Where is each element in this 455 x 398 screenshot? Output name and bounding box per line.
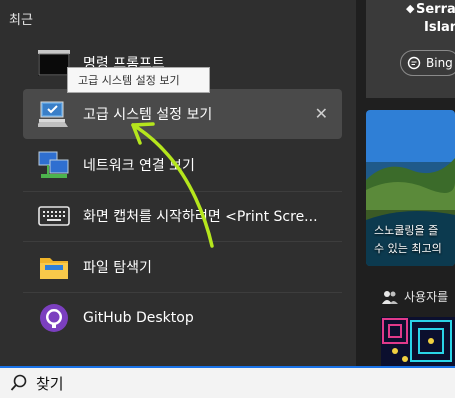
recent-item-label: 고급 시스템 설정 보기 xyxy=(83,107,213,123)
folder-icon xyxy=(37,250,71,284)
item-tooltip: 고급 시스템 설정 보기 xyxy=(67,67,210,93)
users-section: 사용자를 xyxy=(382,288,448,305)
search-icon xyxy=(10,374,27,391)
search-input[interactable]: 찾기 xyxy=(36,373,64,394)
keyboard-icon xyxy=(37,199,71,233)
recent-item-label: 네트워크 연결 보기 xyxy=(83,158,195,174)
location-pin-icon: ◆ xyxy=(406,2,415,15)
people-icon xyxy=(382,290,398,304)
game-board-image xyxy=(381,317,455,366)
search-bar[interactable]: 찾기 xyxy=(0,366,455,398)
recent-item-advanced-system-settings[interactable]: 고급 시스템 설정 보기 ✕ xyxy=(23,89,342,139)
github-icon xyxy=(37,301,71,335)
widgets-pane: ◆ Serra c Islands Bing 스노쿨링을 즐 수 있는 최고의 xyxy=(356,0,455,366)
network-connections-icon xyxy=(37,148,71,182)
recent-item-label: 파일 탐색기 xyxy=(83,260,152,276)
photo-card-caption-line1: 스노쿨링을 즐 xyxy=(374,224,439,237)
recent-item-network-connections[interactable]: 네트워크 연결 보기 xyxy=(23,140,342,190)
news-card-title-line2: Islands xyxy=(424,20,455,35)
recent-item-file-explorer[interactable]: 파일 탐색기 xyxy=(23,242,342,292)
recent-item-screen-capture-setting[interactable]: 화면 캡처를 시작하려면 <Print Scre... xyxy=(23,191,342,241)
recent-item-label: GitHub Desktop xyxy=(83,310,194,326)
command-prompt-icon xyxy=(37,46,71,80)
bing-chat-icon xyxy=(407,56,421,70)
users-section-label: 사용자를 xyxy=(404,290,449,304)
photo-card-caption-line2: 수 있는 최고의 xyxy=(374,242,442,255)
remove-from-list-icon[interactable]: ✕ xyxy=(315,104,328,123)
recent-item-label: 화면 캡처를 시작하려면 <Print Scre... xyxy=(83,209,318,225)
system-settings-icon xyxy=(37,97,71,131)
start-left-pane: 최근 명령 프롬프트 고급 시스템 설정 보기 ✕ 네트워크 연결 보기 화면 … xyxy=(0,0,356,366)
bing-button[interactable]: Bing xyxy=(400,50,455,76)
game-thumbnail[interactable] xyxy=(381,317,455,366)
news-card[interactable]: ◆ Serra c Islands xyxy=(366,0,455,98)
recent-section-title: 최근 xyxy=(9,13,33,28)
bing-button-label: Bing xyxy=(426,56,453,70)
recent-item-github-desktop[interactable]: GitHub Desktop xyxy=(23,293,342,343)
travel-photo-card[interactable]: 스노쿨링을 즐 수 있는 최고의 xyxy=(366,110,455,266)
news-card-title: Serra c xyxy=(416,2,455,17)
